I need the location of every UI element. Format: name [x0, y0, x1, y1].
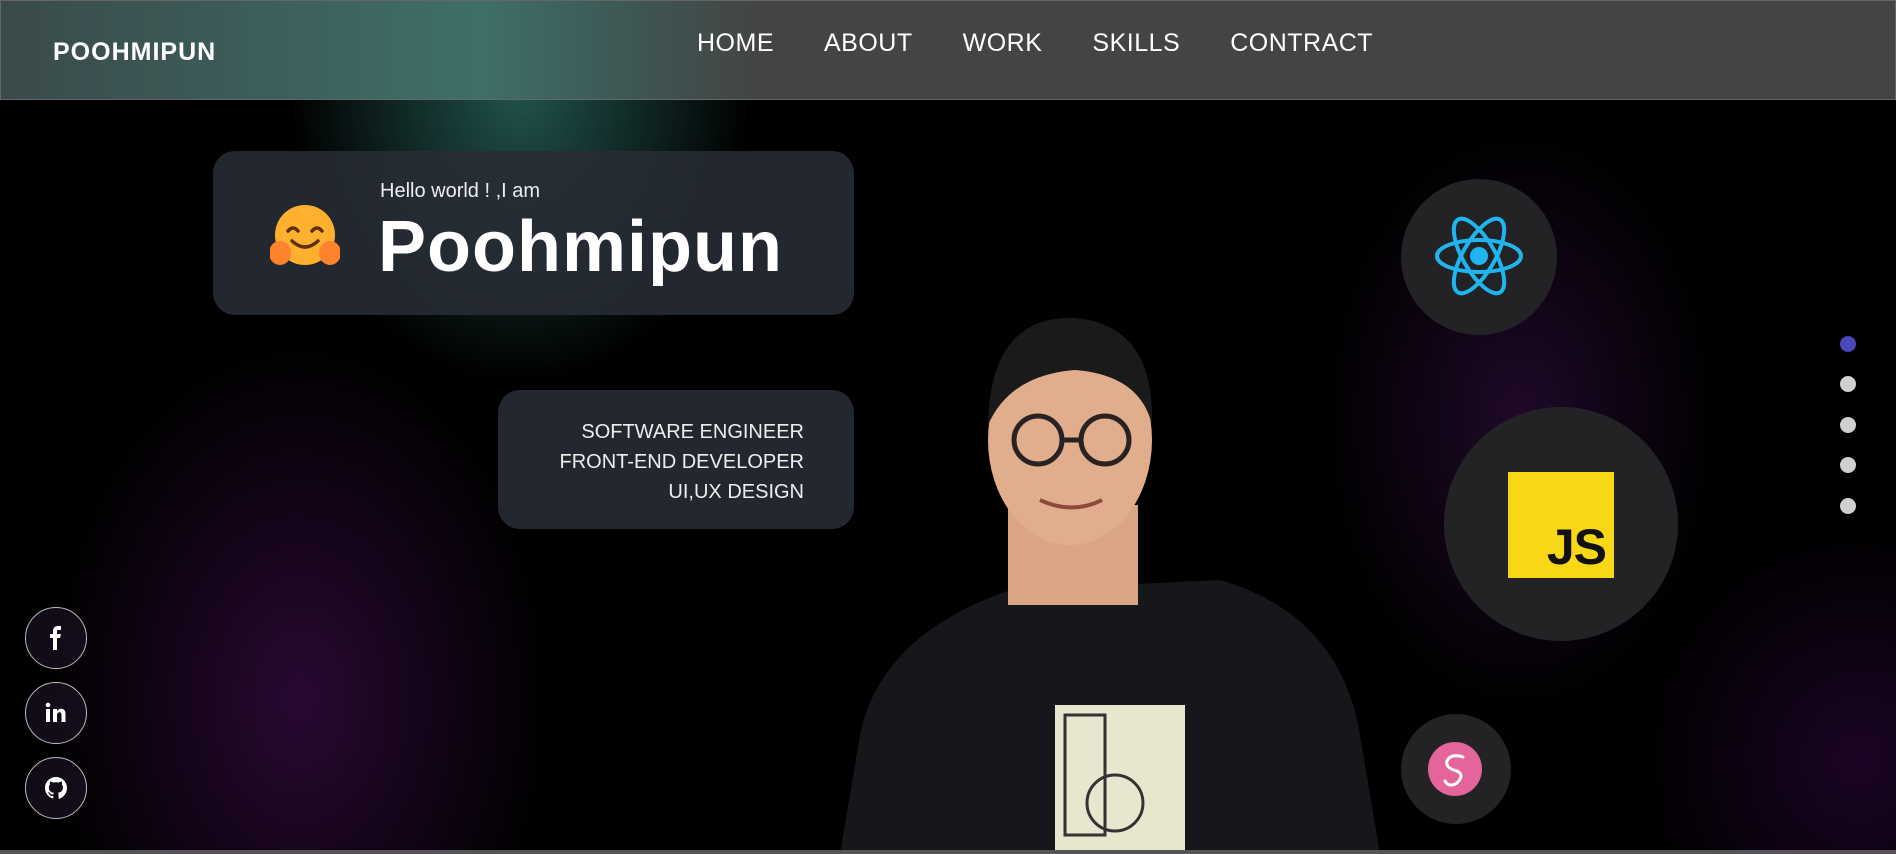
bottom-divider — [0, 850, 1896, 854]
facebook-button[interactable] — [25, 607, 87, 669]
linkedin-button[interactable] — [25, 682, 87, 744]
github-icon — [45, 777, 67, 799]
main-nav: HOME ABOUT WORK SKILLS CONTRACT — [697, 29, 1373, 58]
page-dot[interactable] — [1840, 457, 1856, 473]
roles-list: SOFTWARE ENGINEER FRONT-END DEVELOPER UI… — [560, 417, 804, 507]
facebook-icon — [50, 626, 61, 650]
javascript-icon: JS — [1508, 472, 1614, 578]
role-item: FRONT-END DEVELOPER — [559, 451, 804, 473]
top-navbar: POOHMIPUN HOME ABOUT WORK SKILLS CONTRAC… — [0, 0, 1896, 100]
hero-name: Poohmipun — [378, 207, 783, 287]
site-logo[interactable]: POOHMIPUN — [53, 38, 216, 67]
page-dot-active[interactable] — [1840, 336, 1856, 352]
github-button[interactable] — [25, 757, 87, 819]
react-icon — [1435, 216, 1523, 296]
role-item: UI,UX DESIGN — [668, 481, 804, 503]
role-item: SOFTWARE ENGINEER — [581, 421, 804, 443]
sass-icon — [1428, 742, 1482, 796]
profile-photo — [840, 317, 1380, 854]
nav-work[interactable]: WORK — [963, 29, 1043, 58]
hugging-face-emoji — [270, 205, 340, 265]
page-dot[interactable] — [1840, 417, 1856, 433]
nav-skills[interactable]: SKILLS — [1092, 29, 1180, 58]
linkedin-icon — [45, 702, 66, 722]
greeting-text: Hello world ! ,I am — [380, 180, 541, 202]
page-dot[interactable] — [1840, 498, 1856, 514]
nav-home[interactable]: HOME — [697, 29, 774, 58]
js-label: JS — [1546, 519, 1607, 575]
nav-contract[interactable]: CONTRACT — [1230, 29, 1373, 58]
nav-about[interactable]: ABOUT — [824, 29, 913, 58]
page-dot[interactable] — [1840, 376, 1856, 392]
